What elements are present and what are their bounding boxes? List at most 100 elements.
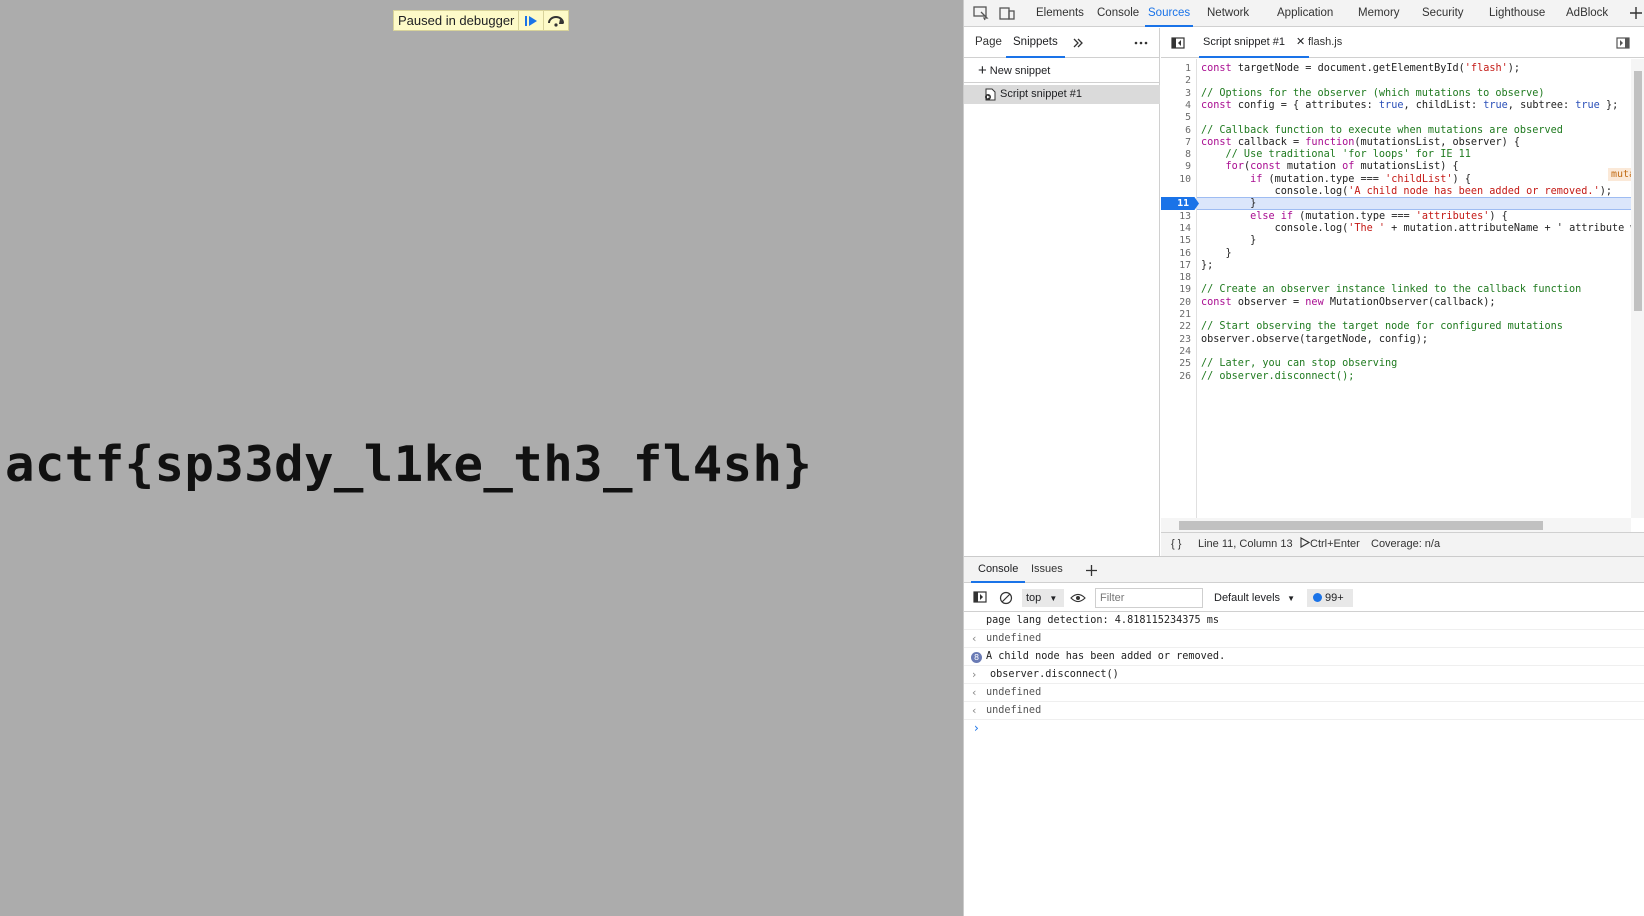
line-number[interactable]: 9 — [1185, 160, 1191, 173]
live-expression-eye-icon[interactable] — [1070, 592, 1086, 604]
new-snippet-label: New snippet — [989, 65, 1051, 77]
tab-snippets[interactable]: Snippets — [1006, 28, 1065, 58]
console-messages[interactable]: page lang detection: 4.818115234375 ms ‹… — [964, 612, 1644, 916]
line-number[interactable]: 8 — [1185, 148, 1191, 161]
line-number[interactable]: 6 — [1185, 124, 1191, 137]
code-line: } — [1201, 198, 1257, 210]
code-line: } — [1201, 247, 1232, 259]
editor-tabbar: Script snippet #1 ✕ flash.js — [1161, 28, 1644, 58]
code-line: // Create an observer instance linked to… — [1201, 284, 1582, 296]
message-text: observer.disconnect() — [990, 669, 1119, 680]
toggle-debugger-sidebar-icon[interactable] — [1616, 37, 1630, 49]
issues-count-badge[interactable]: 99+ — [1307, 589, 1353, 607]
drawer-tabbar: Console Issues — [964, 556, 1644, 583]
step-over-button[interactable] — [543, 11, 568, 30]
editor-status-bar: { } Line 11, Column 13 Ctrl+Enter Covera… — [1161, 532, 1644, 556]
tab-page[interactable]: Page — [975, 28, 1002, 58]
tab-memory[interactable]: Memory — [1358, 0, 1400, 27]
line-number[interactable]: 25 — [1179, 357, 1191, 370]
line-number[interactable]: 4 — [1185, 99, 1191, 112]
line-number[interactable]: 13 — [1179, 210, 1191, 223]
message-text: A child node has been added or removed. — [986, 651, 1226, 662]
scroll-thumb[interactable] — [1634, 71, 1642, 311]
inline-variable-hint: mutationsList = [MutationRec — [1608, 168, 1631, 181]
line-number-gutter[interactable]: 1234567891011121314151617181920212223242… — [1161, 59, 1197, 518]
line-number[interactable]: 5 — [1185, 111, 1191, 124]
inspect-element-icon[interactable] — [972, 5, 990, 21]
console-sidebar-icon[interactable] — [973, 591, 987, 603]
code-line: for(const mutation of mutationsList) { — [1225, 161, 1459, 173]
line-number[interactable]: 16 — [1179, 247, 1191, 260]
tab-elements[interactable]: Elements — [1036, 0, 1084, 27]
line-number[interactable]: 10 — [1179, 173, 1191, 186]
tab-console[interactable]: Console — [1097, 0, 1139, 27]
line-number[interactable]: 26 — [1179, 370, 1191, 383]
drawer-tab-console[interactable]: Console — [971, 557, 1026, 583]
paused-in-debugger-bar: Paused in debugger — [393, 10, 570, 31]
message-text: page lang detection: 4.818115234375 ms — [986, 615, 1220, 626]
snippet-file-icon — [985, 88, 996, 101]
line-number[interactable]: 22 — [1179, 320, 1191, 333]
tab-security[interactable]: Security — [1422, 0, 1464, 27]
scroll-thumb[interactable] — [1179, 521, 1543, 530]
code-line: // Use traditional 'for loops' for IE 11 — [1201, 149, 1471, 161]
toggle-navigator-icon[interactable] — [1171, 37, 1185, 49]
line-number[interactable]: 15 — [1179, 234, 1191, 247]
line-number[interactable]: 20 — [1179, 296, 1191, 309]
console-filter-input[interactable] — [1095, 588, 1203, 608]
tab-network[interactable]: Network — [1207, 0, 1249, 27]
line-number[interactable]: 23 — [1179, 333, 1191, 346]
console-message: 8 A child node has been added or removed… — [964, 648, 1644, 666]
more-tabs-plus-icon[interactable] — [1628, 5, 1644, 21]
drawer-tab-issues[interactable]: Issues — [1031, 557, 1063, 583]
close-icon[interactable]: ✕ — [1296, 36, 1305, 48]
line-number[interactable]: 24 — [1179, 345, 1191, 358]
message-text: undefined — [986, 687, 1042, 698]
snippet-item[interactable]: Script snippet #1 — [964, 85, 1160, 104]
resume-button[interactable] — [518, 11, 543, 30]
tab-lighthouse[interactable]: Lighthouse — [1489, 0, 1545, 27]
log-levels-dropdown[interactable]: Default levels ▼ — [1214, 589, 1295, 607]
chevron-double-right-icon[interactable] — [1072, 37, 1084, 49]
editor-tab-snippet[interactable]: Script snippet #1 ✕ — [1199, 28, 1310, 58]
coverage-label: Coverage: n/a — [1371, 538, 1441, 550]
line-number[interactable]: 7 — [1185, 136, 1191, 149]
flag-text: actf{sp33dy_l1ke_th3_fl4sh} — [5, 436, 813, 493]
add-drawer-tab-icon[interactable] — [1085, 564, 1098, 577]
more-options-icon[interactable] — [1134, 41, 1148, 45]
console-message: ‹ undefined — [964, 684, 1644, 702]
context-selector[interactable]: top ▼ — [1022, 589, 1064, 607]
console-message: ‹ undefined — [964, 702, 1644, 720]
console-prompt[interactable]: › — [974, 721, 979, 735]
line-number[interactable]: 18 — [1179, 271, 1191, 284]
code-line: console.log('A child node has been added… — [1274, 186, 1612, 197]
code-line: // Options for the observer (which mutat… — [1201, 87, 1545, 99]
pretty-print-button[interactable]: { } — [1171, 533, 1181, 556]
code-line: const config = { attributes: true, child… — [1201, 99, 1619, 111]
code-line: // observer.disconnect(); — [1201, 370, 1355, 382]
breakpoint-marker[interactable]: 11 — [1161, 197, 1199, 210]
chevron-down-icon: ▼ — [1049, 594, 1058, 603]
line-number[interactable]: 3 — [1185, 87, 1191, 100]
line-number[interactable]: 21 — [1179, 308, 1191, 321]
run-snippet-button[interactable]: Ctrl+Enter — [1299, 533, 1360, 556]
page-viewport: Paused in debugger actf{sp33dy_l1ke_th3_… — [0, 0, 963, 916]
sources-editor: Script snippet #1 ✕ flash.js 1 2 3 4 5 6 7 8 9 10… — [1161, 28, 1644, 556]
line-number[interactable]: 1 — [1185, 62, 1191, 75]
tab-adblock[interactable]: AdBlock — [1566, 0, 1608, 27]
editor-tab-flash-js[interactable]: flash.js — [1308, 28, 1342, 58]
new-snippet-button[interactable]: + New snippet — [964, 59, 1160, 83]
clear-console-icon[interactable] — [999, 591, 1013, 605]
device-toolbar-icon[interactable] — [998, 5, 1016, 21]
tab-sources[interactable]: Sources — [1145, 0, 1194, 27]
line-number[interactable]: 17 — [1179, 259, 1191, 272]
code-line: observer.observe(targetNode, config); — [1201, 333, 1429, 345]
editor-vertical-scrollbar[interactable] — [1631, 59, 1644, 518]
step-over-icon — [548, 15, 565, 27]
line-number[interactable]: 14 — [1179, 222, 1191, 235]
code-editor[interactable]: 1234567891011121314151617181920212223242… — [1161, 59, 1631, 518]
line-number[interactable]: 2 — [1185, 74, 1191, 87]
line-number[interactable]: 19 — [1179, 283, 1191, 296]
editor-horizontal-scrollbar[interactable] — [1161, 518, 1631, 532]
tab-application[interactable]: Application — [1277, 0, 1333, 27]
